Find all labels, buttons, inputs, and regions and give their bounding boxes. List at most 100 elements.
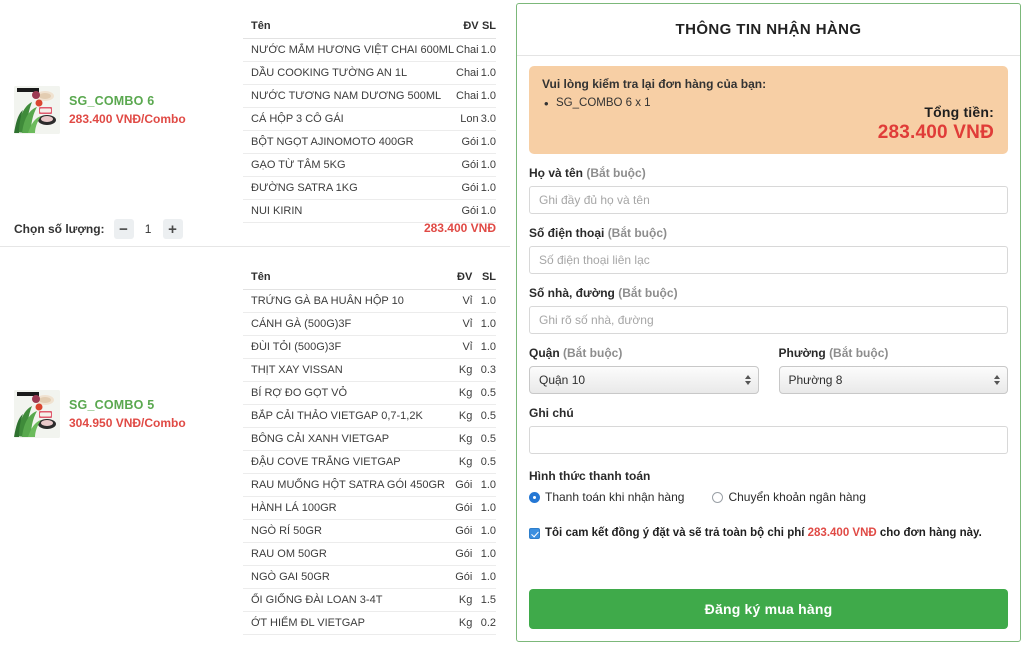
phone-label: Số điện thoại (Bắt buộc) (529, 226, 1008, 240)
radio-selected-icon[interactable] (529, 491, 540, 503)
note-input[interactable] (529, 426, 1008, 454)
combo-block: SG_COMBO 5 304.950 VNĐ/Combo Chọn số lượ… (0, 247, 510, 645)
item-unit: Kg (444, 358, 473, 382)
table-row: BẮP CẢI THẢO VIETGAP 0,7-1,2K Kg 0.5 (243, 404, 496, 428)
fullname-input[interactable] (529, 186, 1008, 214)
item-name: CÁ HỘP 3 CÔ GÁI (243, 107, 455, 131)
combo-unit-price: 304.950 VNĐ/Combo (69, 416, 186, 430)
district-required-note: (Bắt buộc) (563, 346, 623, 360)
item-qty: 1.0 (472, 335, 496, 359)
item-qty: 1.0 (472, 496, 496, 520)
item-unit: Gói (444, 519, 473, 543)
item-unit: Chai (454, 61, 479, 85)
item-qty: 3.0 (478, 107, 496, 131)
combo-items-panel: Tên ĐV SL TRỨNG GÀ BA HUÂN HỘP 10 Vỉ 1.0 CÁ… (243, 247, 510, 645)
combo-summary: SG_COMBO 6 283.400 VNĐ/Combo Chọn số lượ… (0, 0, 243, 246)
header-name: Tên (243, 247, 445, 290)
order-form-footer: Đăng ký mua hàng (517, 589, 1020, 641)
agreement-suffix: cho đơn hàng này. (876, 527, 982, 539)
item-name: NUI KIRIN (243, 199, 455, 223)
item-qty: 1.0 (478, 84, 496, 108)
table-header-row: Tên ĐV SL (243, 247, 496, 290)
item-name: NƯỚC MẮM HƯƠNG VIỆT CHAI 600ML (243, 38, 455, 62)
item-qty: 0.5 (472, 450, 496, 474)
total-amount: 283.400 VNĐ (877, 122, 994, 143)
district-select[interactable]: Quận 10 (529, 366, 759, 394)
item-unit: Gói (444, 565, 473, 589)
quantity-value: 1 (144, 222, 152, 236)
header-name: Tên (243, 0, 455, 39)
phone-input[interactable] (529, 246, 1008, 274)
phone-label-text: Số điện thoại (529, 226, 605, 240)
item-name: CÁNH GÀ (500G)3F (243, 312, 445, 336)
item-qty: 1.0 (472, 473, 496, 497)
item-name: DẦU COOKING TƯỜNG AN 1L (243, 61, 455, 85)
table-row: TRỨNG GÀ BA HUÂN HỘP 10 Vỉ 1.0 (243, 289, 496, 313)
table-row: CÁ HỘP 3 CÔ GÁI Lon 3.0 (243, 107, 496, 131)
payment-option-bank-label: Chuyển khoản ngân hàng (728, 490, 866, 504)
address-required-note: (Bắt buộc) (618, 286, 678, 300)
item-name: RAU MUỐNG HỘT SATRA GÓI 450GR (243, 473, 445, 497)
checkbox-checked-icon[interactable] (529, 528, 540, 539)
district-field-group: Quận (Bắt buộc) Quận 10 (529, 346, 759, 394)
table-row: HÀNH LÁ 100GR Gói 1.0 (243, 496, 496, 520)
table-row: NGÒ RÍ 50GR Gói 1.0 (243, 519, 496, 543)
table-row: ĐÙI TỎI (500G)3F Vỉ 1.0 (243, 335, 496, 359)
item-unit: Gói (444, 496, 473, 520)
item-qty: 0.5 (472, 381, 496, 405)
table-row: NƯỚC TƯƠNG NAM DƯƠNG 500ML Chai 1.0 (243, 84, 496, 108)
combo-meta: SG_COMBO 5 304.950 VNĐ/Combo (69, 398, 186, 430)
item-unit: Chai (454, 84, 479, 108)
combo-items-panel: Tên ĐV SL NƯỚC MẮM HƯƠNG VIỆT CHAI 600ML… (243, 0, 510, 246)
table-row: DẦU COOKING TƯỜNG AN 1L Chai 1.0 (243, 61, 496, 85)
item-unit: Gói (454, 199, 479, 223)
table-row: CÁNH GÀ (500G)3F Vỉ 1.0 (243, 312, 496, 336)
quantity-increase-button[interactable]: + (162, 219, 183, 239)
payment-option-bank[interactable]: Chuyển khoản ngân hàng (712, 490, 866, 504)
table-header-row: Tên ĐV SL (243, 0, 496, 39)
district-label: Quận (Bắt buộc) (529, 346, 759, 360)
agreement-prefix: Tôi cam kết đồng ý đặt và sẽ trả toàn bộ… (545, 527, 808, 539)
radio-unselected-icon[interactable] (712, 491, 724, 503)
item-qty: 0.3 (472, 358, 496, 382)
header-qty: SL (478, 0, 496, 39)
order-form-body: Vui lòng kiểm tra lại đơn hàng của bạn: … (517, 56, 1020, 589)
item-qty: 1.0 (472, 289, 496, 313)
phone-field-group: Số điện thoại (Bắt buộc) (529, 226, 1008, 274)
item-name: ĐẬU COVE TRẮNG VIETGAP (243, 450, 445, 474)
item-qty: 1.0 (478, 199, 496, 223)
item-unit: Vỉ (444, 312, 473, 336)
table-row: ỚT HIỂM ĐL VIETGAP Kg 0.2 (243, 611, 496, 635)
item-unit: Gói (444, 542, 473, 566)
quantity-decrease-button[interactable]: − (113, 219, 134, 239)
ward-required-note: (Bắt buộc) (829, 346, 889, 360)
item-unit: Gói (454, 176, 479, 200)
fullname-label: Họ và tên (Bắt buộc) (529, 166, 1008, 180)
item-name: NƯỚC TƯƠNG NAM DƯƠNG 500ML (243, 84, 455, 108)
location-field-row: Quận (Bắt buộc) Quận 10 Phường (Bắt buộc… (529, 346, 1008, 394)
table-row: NGÒ GAI 50GR Gói 1.0 (243, 565, 496, 589)
agreement-amount: 283.400 VNĐ (807, 527, 877, 539)
item-unit: Vỉ (444, 289, 473, 313)
payment-option-cod[interactable]: Thanh toán khi nhận hàng (529, 490, 684, 504)
table-row: RAU MUỐNG HỘT SATRA GÓI 450GR Gói 1.0 (243, 473, 496, 497)
item-name: HÀNH LÁ 100GR (243, 496, 445, 520)
item-qty: 0.5 (472, 427, 496, 451)
checkout-page: SG_COMBO 6 283.400 VNĐ/Combo Chọn số lượ… (0, 0, 1024, 645)
combo-identity: SG_COMBO 5 304.950 VNĐ/Combo (14, 390, 186, 438)
payment-method-options: Thanh toán khi nhận hàng Chuyển khoản ng… (529, 490, 1008, 504)
header-unit: ĐV (454, 0, 479, 39)
item-qty: 1.0 (478, 38, 496, 62)
combo-thumbnail-icon (14, 86, 60, 134)
item-name: ỔI GIỐNG ĐÀI LOAN 3-4T (243, 588, 445, 612)
submit-order-button[interactable]: Đăng ký mua hàng (529, 589, 1008, 629)
item-qty: 1.0 (478, 153, 496, 177)
item-unit: Gói (454, 130, 479, 154)
combo-name: SG_COMBO 6 (69, 94, 155, 108)
item-qty: 1.0 (478, 130, 496, 154)
item-unit: Kg (444, 381, 473, 405)
agreement-row[interactable]: Tôi cam kết đồng ý đặt và sẽ trả toàn bộ… (529, 526, 1008, 542)
address-input[interactable] (529, 306, 1008, 334)
ward-select[interactable]: Phường 8 (778, 366, 1008, 394)
item-qty: 1.0 (472, 312, 496, 336)
